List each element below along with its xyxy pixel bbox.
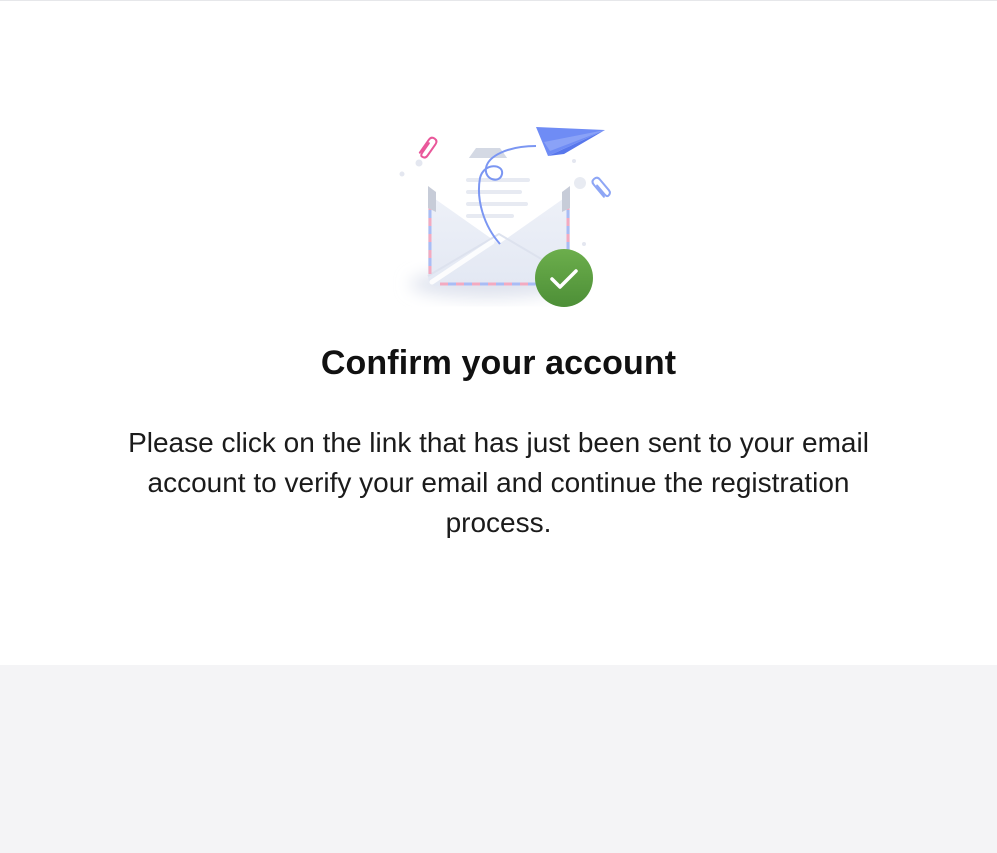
decor-dot xyxy=(574,177,586,189)
page-title: Confirm your account xyxy=(320,344,677,382)
decor-dot xyxy=(399,171,405,177)
confirmation-card: Confirm your account Please click on the… xyxy=(0,1,997,665)
confirm-account-page: Confirm your account Please click on the… xyxy=(0,0,997,853)
check-badge xyxy=(535,249,593,307)
paperclip-icon xyxy=(591,176,611,198)
decor-dot xyxy=(415,159,423,167)
footer-area xyxy=(0,665,997,853)
decor-dot xyxy=(582,242,586,246)
paperclip-icon xyxy=(418,136,438,159)
paper-plane-icon xyxy=(536,127,605,156)
confirmation-message: Please click on the link that has just b… xyxy=(128,427,869,538)
decor-dot xyxy=(572,159,576,163)
email-sent-illustration xyxy=(399,127,611,307)
